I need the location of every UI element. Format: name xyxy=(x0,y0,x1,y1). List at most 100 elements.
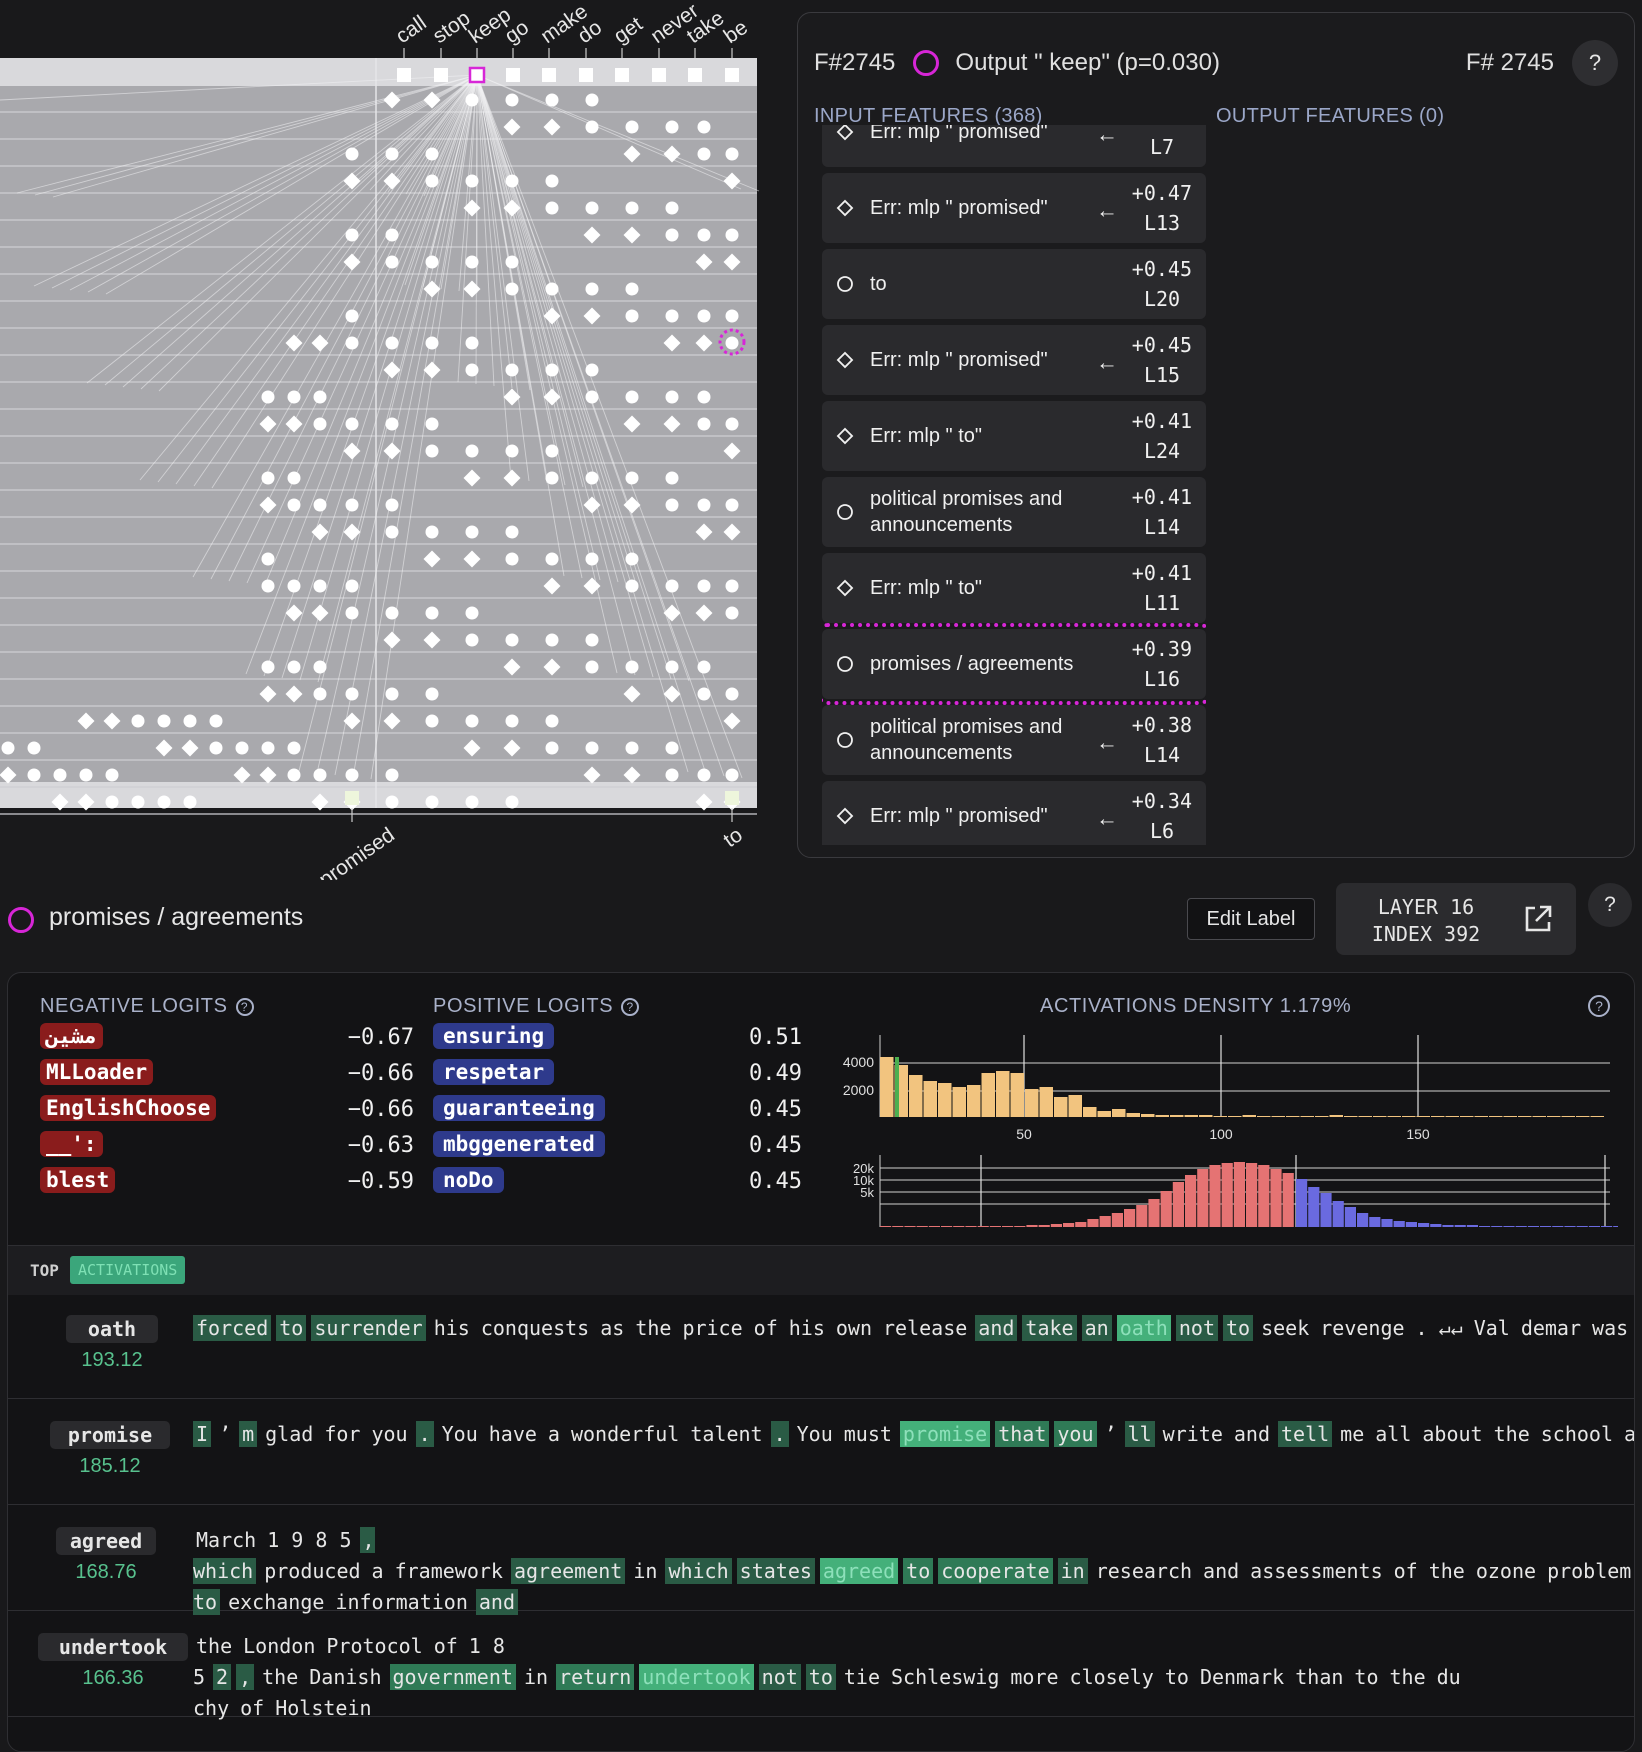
feature-node xyxy=(313,417,327,431)
feature-help-button[interactable]: ? xyxy=(1588,883,1632,927)
input-token-node xyxy=(725,791,739,805)
pos-logit-row: guaranteeing 0.45 xyxy=(433,1095,812,1125)
density-bar xyxy=(909,1075,923,1117)
activation-example-row[interactable]: promise 185.12 I’ m glad for you. You have a wonde… xyxy=(8,1401,1634,1505)
density-bar-negative xyxy=(1270,1169,1282,1227)
feature-node xyxy=(505,444,519,458)
feature-node xyxy=(725,147,739,161)
feature-node xyxy=(697,417,711,431)
density-bar-positive xyxy=(1418,1223,1430,1227)
feature-label: promises / agreements xyxy=(870,653,1074,675)
context-token: oath xyxy=(1116,1315,1171,1341)
density-bar xyxy=(923,1081,937,1117)
activation-density-chart: 400020005010015020k10k5k−0.50 xyxy=(843,1035,1618,1233)
context-token: have xyxy=(488,1422,537,1446)
feature-node xyxy=(545,93,559,107)
context-token: seek xyxy=(1261,1316,1310,1340)
layer-label: LAYER 16 xyxy=(1377,895,1475,919)
density-bar xyxy=(1518,1116,1532,1117)
density-bar-negative xyxy=(880,1226,892,1227)
layer-index-link[interactable]: LAYER 16 INDEX 392 xyxy=(1336,883,1576,955)
feature-node xyxy=(697,228,711,242)
input-feature-item[interactable]: political promises and announcements ← +0.… xyxy=(822,705,1206,775)
feature-node xyxy=(585,471,599,485)
activation-token: promise xyxy=(50,1421,170,1449)
density-bar xyxy=(1532,1116,1546,1117)
activation-example-row[interactable]: oath 193.12 forced to surrender his conquests a… xyxy=(8,1295,1634,1399)
density-bar-negative xyxy=(1258,1165,1270,1227)
input-feature-item[interactable]: political promises and announcements +0.4… xyxy=(822,477,1206,547)
input-feature-item[interactable]: promises / agreements +0.39 L16 xyxy=(822,623,1206,705)
feature-node xyxy=(585,120,599,134)
help-button[interactable]: ? xyxy=(1572,40,1618,86)
density-help-icon[interactable]: ? xyxy=(1588,995,1610,1017)
density-bar-negative xyxy=(1124,1209,1136,1227)
output-node xyxy=(688,68,702,82)
feature-layer: L15 xyxy=(1143,363,1181,387)
density-bar xyxy=(1097,1111,1111,1117)
feature-node xyxy=(261,660,275,674)
output-node xyxy=(652,68,666,82)
attribution-graph[interactable]: callstopkeepgo makedo get nevertakebepromis… xyxy=(0,0,780,880)
context-token: wonderful xyxy=(570,1422,680,1446)
x-tick-label: 100 xyxy=(1209,1126,1233,1142)
density-bar-negative xyxy=(892,1226,904,1227)
feature-node xyxy=(625,282,639,296)
feature-weight: +0.41 xyxy=(1131,409,1192,433)
feature-node xyxy=(725,336,739,350)
input-feature-item[interactable]: Err: mlp " to" +0.41 L24 xyxy=(822,401,1206,471)
feature-node xyxy=(545,714,559,728)
input-feature-item[interactable]: to +0.45 L20 xyxy=(822,249,1206,319)
activation-example-row[interactable]: agreed 168.76 March 1 9 8 5, which produced a… xyxy=(8,1507,1634,1615)
feature-weight: +0.45 xyxy=(1131,257,1192,281)
density-bar xyxy=(967,1085,981,1117)
density-bar xyxy=(1141,1114,1155,1117)
feature-node xyxy=(505,174,519,188)
density-bar xyxy=(1489,1116,1503,1117)
context-token: You xyxy=(796,1422,833,1446)
feature-label: political promises and announcements xyxy=(870,716,1063,764)
density-bar xyxy=(1445,1116,1459,1117)
activation-example-row[interactable]: undertook 166.36 the London Protocol of 1 8 52… xyxy=(8,1613,1634,1720)
feature-node xyxy=(625,120,639,134)
context-token: assessments xyxy=(1250,1559,1383,1583)
pos-logit-token: guaranteeing xyxy=(433,1095,605,1121)
input-features-list[interactable]: Err: mlp " promised" ← L7 Err: mlp " promis… xyxy=(822,125,1206,845)
input-feature-item[interactable]: Err: mlp " to" +0.41 L11 xyxy=(822,553,1206,623)
input-feature-item[interactable]: Err: mlp " promised" ← L7 xyxy=(822,125,1206,167)
feature-node xyxy=(425,336,439,350)
density-bar-positive xyxy=(1381,1219,1393,1227)
activations-badge[interactable]: ACTIVATIONS xyxy=(70,1256,186,1284)
density-bar-positive xyxy=(1601,1226,1613,1227)
context-token: tell xyxy=(1278,1421,1333,1447)
feature-node xyxy=(1,741,15,755)
density-bar-negative xyxy=(1172,1182,1184,1227)
info-icon: ? xyxy=(621,997,640,1016)
output-node xyxy=(397,68,411,82)
feature-node xyxy=(385,687,399,701)
context-token: 1 9 8 5 xyxy=(267,1528,352,1552)
density-bar-positive xyxy=(1491,1226,1503,1227)
feature-node xyxy=(313,579,327,593)
edit-label-button[interactable]: Edit Label xyxy=(1187,898,1315,940)
feature-node xyxy=(385,417,399,431)
output-node xyxy=(434,68,448,82)
feature-node xyxy=(505,552,519,566)
output-node-selected xyxy=(468,66,486,84)
input-feature-item[interactable]: Err: mlp " promised" ← +0.34 L6 xyxy=(822,781,1206,845)
feature-node xyxy=(465,606,479,620)
context-token: framework xyxy=(394,1559,503,1583)
neg-logit-token: MLLoader xyxy=(40,1059,154,1085)
density-bar xyxy=(1402,1116,1416,1117)
input-feature-item[interactable]: Err: mlp " promised" ← +0.47 L13 xyxy=(822,173,1206,243)
feature-layer: L11 xyxy=(1143,591,1181,615)
x-tick-label: 50 xyxy=(1016,1126,1032,1142)
neg-logit-token: EnglishChoose xyxy=(40,1095,217,1121)
feature-node xyxy=(505,714,519,728)
context-token: not xyxy=(1175,1315,1218,1341)
feature-node xyxy=(697,309,711,323)
neg-logit-value: −0.66 xyxy=(347,1061,414,1086)
feature-node xyxy=(209,714,223,728)
error-diamond-icon xyxy=(836,199,854,217)
input-feature-item[interactable]: Err: mlp " promised" ← +0.45 L15 xyxy=(822,325,1206,395)
